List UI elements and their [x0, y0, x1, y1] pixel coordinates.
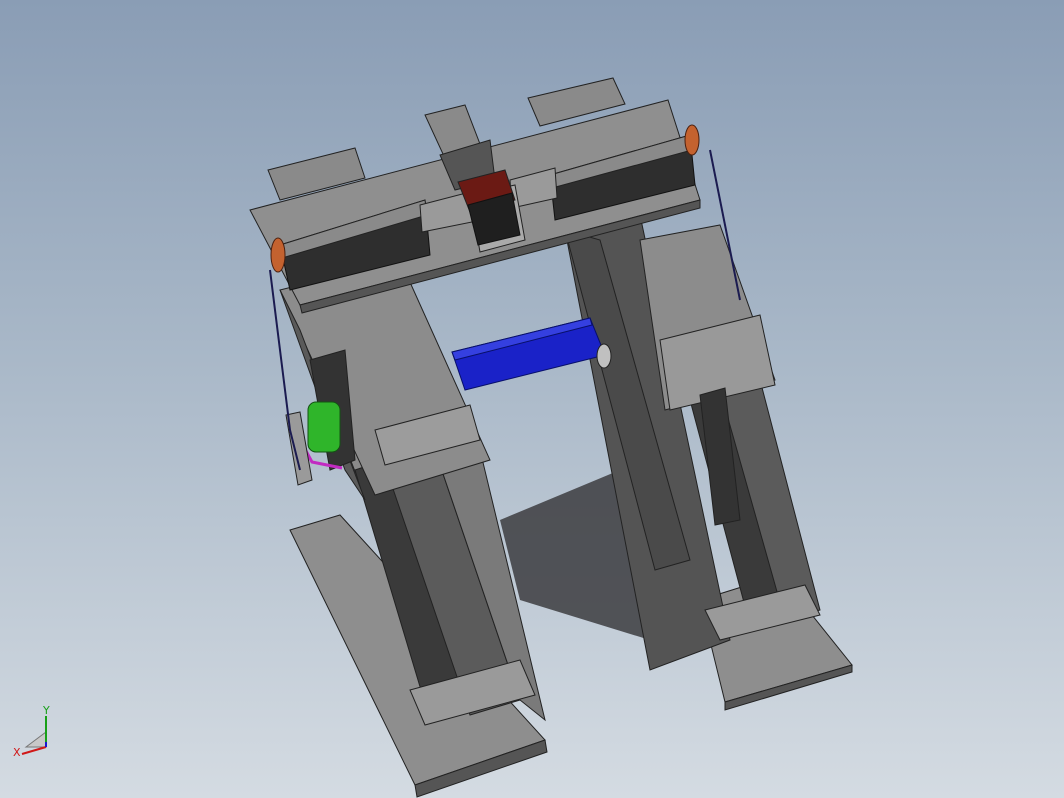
- triad-y-label: Y: [42, 704, 50, 717]
- green-gearbox[interactable]: [307, 401, 341, 453]
- right-pulley[interactable]: [684, 124, 700, 156]
- triad-x-label: X: [13, 746, 21, 759]
- triad-x-axis: [21, 746, 47, 755]
- left-pulley[interactable]: [270, 237, 286, 273]
- assembly-model[interactable]: [0, 0, 1064, 798]
- axis-triad: Y X: [13, 704, 50, 759]
- graphics-viewport[interactable]: Y X: [0, 0, 1064, 798]
- shaft-end: [596, 343, 612, 369]
- triad-base-plane: [24, 731, 47, 748]
